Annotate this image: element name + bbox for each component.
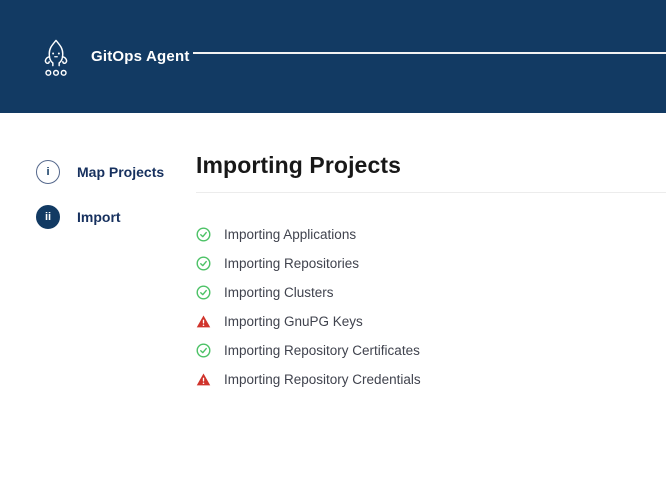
wizard-steps-sidebar: i Map Projects ii Import [0,113,196,394]
status-item: Importing Applications [196,220,666,249]
step-import[interactable]: ii Import [36,205,196,229]
status-label: Importing Repository Credentials [224,372,421,387]
error-triangle-icon [196,372,211,387]
argo-octopus-icon [38,37,74,79]
success-check-icon [196,256,211,271]
content-area: i Map Projects ii Import Importing Proje… [0,113,666,394]
status-label: Importing Repository Certificates [224,343,420,358]
status-label: Importing Repositories [224,256,359,271]
success-check-icon [196,285,211,300]
step-map-projects[interactable]: i Map Projects [36,160,196,184]
app-title: GitOps Agent [91,48,190,65]
status-item: Importing Repository Credentials [196,365,666,394]
gitops-agent-window: GitOps Agent i Map Projects ii Import Im… [0,0,666,483]
status-item: Importing Repository Certificates [196,336,666,365]
status-item: Importing Clusters [196,278,666,307]
status-label: Importing GnuPG Keys [224,314,363,329]
page-title: Importing Projects [196,152,666,179]
success-check-icon [196,227,211,242]
status-label: Importing Clusters [224,285,334,300]
header-divider-line [193,52,666,54]
error-triangle-icon [196,314,211,329]
step-2-indicator: ii [36,205,60,229]
title-divider [196,192,666,193]
import-status-list: Importing Applications Importing Reposito… [196,220,666,394]
step-1-indicator: i [36,160,60,184]
success-check-icon [196,343,211,358]
step-2-label: Import [77,209,121,225]
status-label: Importing Applications [224,227,356,242]
app-header: GitOps Agent [0,0,666,113]
status-item: Importing GnuPG Keys [196,307,666,336]
import-panel: Importing Projects Importing Application… [196,113,666,394]
step-1-label: Map Projects [77,164,164,180]
status-item: Importing Repositories [196,249,666,278]
